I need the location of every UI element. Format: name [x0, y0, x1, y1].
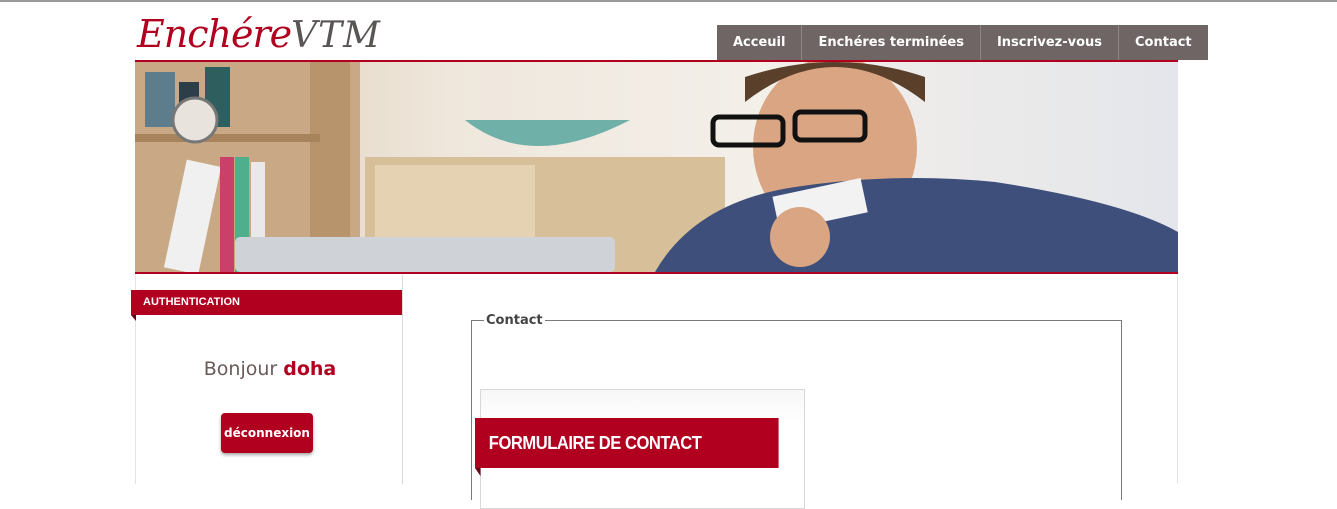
authentication-header: AUTHENTICATION: [131, 290, 402, 321]
top-border: [0, 0, 1337, 2]
sidebar: AUTHENTICATION Bonjour doha déconnexion: [131, 275, 404, 484]
logout-button[interactable]: déconnexion: [221, 413, 313, 453]
main-content: Contact FORMULAIRE DE CONTACT: [403, 275, 1178, 509]
logo-part-2: VTM: [291, 15, 381, 56]
contact-fieldset: Contact FORMULAIRE DE CONTACT: [471, 313, 1122, 509]
greeting-label: Bonjour: [203, 358, 278, 380]
hero-illustration: [135, 62, 1178, 272]
greeting-text: Bonjour doha: [136, 358, 404, 380]
nav-item-contact[interactable]: Contact: [1119, 25, 1208, 60]
nav-item-inscrivez-vous[interactable]: Inscrivez-vous: [981, 25, 1120, 60]
contact-form-card: FORMULAIRE DE CONTACT: [475, 389, 805, 509]
logo-part-1: Enchére: [137, 12, 292, 56]
username: doha: [283, 358, 337, 380]
nav-item-acceuil[interactable]: Acceuil: [717, 25, 803, 60]
fieldset-legend: Contact: [484, 313, 545, 328]
site-logo[interactable]: EnchéreVTM: [137, 12, 381, 58]
contact-form-title: FORMULAIRE DE CONTACT: [475, 418, 779, 476]
hero-banner-image: [135, 60, 1178, 274]
main-nav: Acceuil Enchéres terminées Inscrivez-vou…: [717, 25, 1208, 60]
nav-item-encheres-terminees[interactable]: Enchéres terminées: [802, 25, 981, 60]
